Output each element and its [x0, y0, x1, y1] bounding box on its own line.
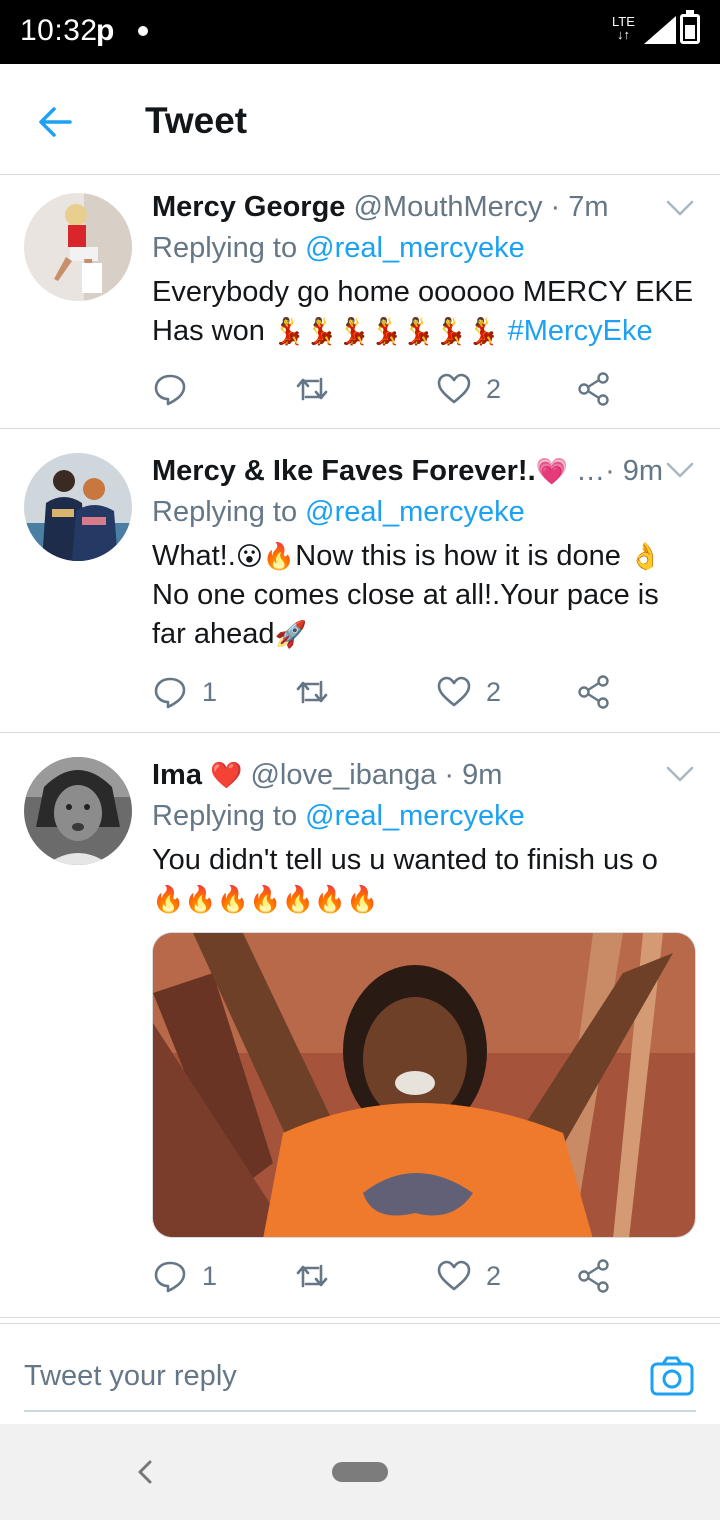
red-heart-emoji: ❤️ [210, 760, 243, 790]
signal-icon [644, 16, 676, 44]
heart-emoji: 💗 [535, 456, 569, 486]
author-handle[interactable]: … [576, 455, 605, 487]
tweet[interactable]: Mercy George @MouthMercy · 7m Replying t… [0, 176, 720, 429]
share-icon [578, 372, 609, 406]
heart-icon [437, 676, 471, 707]
back-arrow-icon[interactable] [34, 100, 78, 144]
like-button[interactable]: 2 [436, 672, 501, 712]
retweet-icon [296, 1264, 328, 1288]
mention-link[interactable]: @real_mercyeke [305, 232, 525, 264]
battery-icon [680, 10, 700, 44]
notification-icon: p [96, 14, 115, 47]
author-handle[interactable]: @MouthMercy [353, 191, 542, 223]
tweet-time: · 9m [605, 455, 664, 487]
nav-back-icon[interactable] [130, 1456, 158, 1488]
reply-input[interactable] [24, 1342, 696, 1412]
tweet-media-image[interactable] [152, 932, 696, 1238]
share-icon [578, 675, 609, 709]
avatar[interactable] [24, 757, 132, 865]
tweet-time: · 7m [550, 191, 609, 223]
share-button[interactable] [576, 1256, 612, 1296]
share-button[interactable] [576, 369, 612, 409]
network-type: LTE ↓↑ [612, 14, 635, 42]
tweet-actions: 1 2 [152, 1256, 672, 1296]
retweet-button[interactable] [294, 672, 330, 712]
tweet[interactable]: Ima ❤️ @love_ibanga · 9m Replying to @re… [0, 734, 720, 1318]
tweet-time: · 9m [444, 759, 503, 791]
avatar[interactable] [24, 193, 132, 301]
reply-button[interactable]: 1 [152, 1256, 217, 1296]
page-title: Tweet [145, 100, 248, 141]
status-time: 10:32 [20, 14, 98, 47]
like-button[interactable]: 2 [436, 1256, 501, 1296]
author-handle[interactable]: @love_ibanga [250, 759, 436, 791]
retweet-icon [296, 377, 328, 401]
nav-home-pill[interactable] [332, 1462, 388, 1482]
heart-icon [437, 373, 471, 404]
tweet-actions: 1 2 [152, 672, 672, 712]
like-count: 2 [486, 676, 502, 707]
retweet-button[interactable] [294, 1256, 330, 1296]
tweet-header: Ima ❤️ @love_ibanga · 9m [152, 759, 502, 792]
fire-emoji: 🔥🔥🔥🔥🔥🔥🔥 [152, 884, 379, 914]
retweet-button[interactable] [294, 369, 330, 409]
mention-link[interactable]: @real_mercyeke [305, 496, 525, 528]
status-bar: 10:32 p LTE ↓↑ [0, 0, 720, 64]
author-name[interactable]: Mercy & Ike Faves Forever!. [152, 455, 536, 487]
reply-button[interactable] [152, 369, 202, 409]
author-name[interactable]: Ima [152, 759, 202, 791]
chevron-down-icon[interactable] [664, 762, 696, 786]
chevron-down-icon[interactable] [664, 196, 696, 220]
heart-icon [437, 1260, 471, 1291]
dancer-emoji: 💃💃💃💃💃💃💃 [272, 316, 500, 346]
share-button[interactable] [576, 672, 612, 712]
share-icon [578, 1259, 609, 1293]
notification-dot-icon [138, 26, 148, 36]
tweet-actions: 2 [152, 369, 672, 409]
replying-to: Replying to @real_mercyeke [152, 496, 525, 528]
reply-count: 1 [202, 676, 218, 707]
reply-composer [0, 1323, 720, 1423]
like-button[interactable]: 2 [436, 369, 501, 409]
tweet-text: Everybody go home oooooo MERCY EKE Has w… [152, 276, 694, 347]
retweet-icon [296, 680, 328, 704]
reply-icon [154, 1261, 186, 1293]
replying-to: Replying to @real_mercyeke [152, 232, 525, 264]
camera-icon[interactable] [650, 1356, 694, 1396]
reply-icon [154, 677, 186, 709]
app-header: Tweet [0, 64, 720, 175]
system-nav-bar [0, 1424, 720, 1520]
tweet[interactable]: Mercy & Ike Faves Forever!.💗 …· 9m Reply… [0, 430, 720, 733]
tweet-text: You didn't tell us u wanted to finish us… [152, 844, 658, 914]
author-name[interactable]: Mercy George [152, 191, 345, 223]
avatar[interactable] [24, 453, 132, 561]
reply-button[interactable]: 1 [152, 672, 217, 712]
chevron-down-icon[interactable] [664, 458, 696, 482]
tweet-header: Mercy George @MouthMercy · 7m [152, 191, 609, 224]
replying-to: Replying to @real_mercyeke [152, 800, 525, 832]
reply-icon [154, 374, 186, 406]
hashtag-link[interactable]: #MercyEke [508, 315, 653, 347]
tweet-text: What!.😮🔥Now this is how it is done 👌 No … [152, 540, 662, 650]
reply-count: 1 [202, 1260, 218, 1291]
mention-link[interactable]: @real_mercyeke [305, 800, 525, 832]
like-count: 2 [486, 1260, 502, 1291]
tweet-header: Mercy & Ike Faves Forever!.💗 …· 9m [152, 455, 663, 488]
like-count: 2 [486, 373, 502, 404]
